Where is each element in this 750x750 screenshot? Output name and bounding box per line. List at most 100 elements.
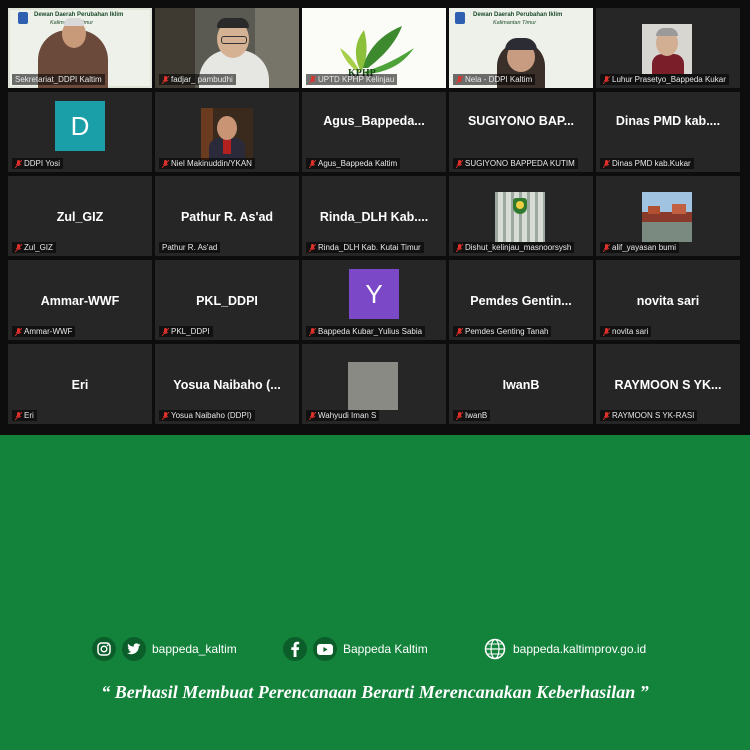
facebook-youtube-name: Bappeda Kaltim (343, 642, 428, 656)
participant-tile[interactable]: Dewan Daerah Perubahan Iklim Kalimantan … (8, 8, 152, 88)
website-url: bappeda.kaltimprov.go.id (513, 642, 647, 656)
participant-name-label: Niel Makinuddin/YKAN (159, 158, 255, 169)
mic-muted-icon (15, 243, 22, 252)
mic-muted-icon (456, 75, 463, 84)
mic-muted-icon (309, 327, 316, 336)
participant-display-name: Pathur R. As'ad (180, 210, 274, 224)
participant-tile[interactable]: Rinda_DLH Kab.... Rinda_DLH Kab. Kutai T… (302, 176, 446, 256)
mic-muted-icon (456, 159, 463, 168)
slide-title: Dewan Daerah Perubahan Iklim (473, 12, 563, 18)
participant-display-name: PKL_DDPI (196, 294, 258, 308)
participant-name-label: Pemdes Genting Tanah (453, 326, 552, 337)
participant-tile[interactable]: Eri Eri (8, 344, 152, 424)
participant-tile[interactable]: PKL_DDPI PKL_DDPI (155, 260, 299, 340)
mic-muted-icon (162, 327, 169, 336)
meeting-gallery: Dewan Daerah Perubahan Iklim Kalimantan … (0, 0, 750, 435)
instagram-handle: bappeda_kaltim (152, 642, 237, 656)
mic-muted-icon (309, 411, 316, 420)
profile-photo (201, 108, 253, 160)
youtube-icon (313, 637, 337, 661)
mic-muted-icon (162, 411, 169, 420)
participant-name-label: Eri (12, 410, 37, 421)
participant-tile[interactable]: alif_yayasan bumi (596, 176, 740, 256)
participant-display-name: Rinda_DLH Kab.... (319, 210, 429, 224)
participant-name-label: IwanB (453, 410, 491, 421)
participant-tile[interactable]: Niel Makinuddin/YKAN (155, 92, 299, 172)
participant-name-label: Pathur R. As'ad (159, 242, 221, 253)
participant-display-name: RAYMOON S YK... (614, 378, 722, 392)
website-link[interactable]: bappeda.kaltimprov.go.id (483, 637, 646, 661)
mic-muted-icon (309, 159, 316, 168)
mic-muted-icon (603, 243, 610, 252)
participant-name-label: Dinas PMD kab.Kukar (600, 158, 694, 169)
participant-name-label: novita sari (600, 326, 652, 337)
facebook-icon (283, 637, 307, 661)
slide-subtitle: Kalimantan Timur (493, 20, 537, 26)
instagram-icon (92, 637, 116, 661)
participant-display-name: novita sari (636, 294, 700, 308)
participant-tile[interactable]: SUGIYONO BAP... SUGIYONO BAPPEDA KUTIM (449, 92, 593, 172)
participant-display-name: Ammar-WWF (40, 294, 120, 308)
participant-tile[interactable]: Pathur R. As'ad Pathur R. As'ad (155, 176, 299, 256)
participant-name-label: Wahyudi Iman S (306, 410, 380, 421)
participant-tile[interactable]: Dinas PMD kab.... Dinas PMD kab.Kukar (596, 92, 740, 172)
participant-tile[interactable]: novita sari novita sari (596, 260, 740, 340)
profile-photo (495, 192, 545, 242)
participant-name-label: Luhur Prasetyo_Bappeda Kukar (600, 74, 729, 85)
participant-tile[interactable]: Wahyudi Iman S (302, 344, 446, 424)
participant-display-name: SUGIYONO BAP... (467, 114, 575, 128)
participant-name-label: DDPI Yosi (12, 158, 64, 169)
participant-name-label: PKL_DDPI (159, 326, 213, 337)
participant-tile[interactable]: Luhur Prasetyo_Bappeda Kukar (596, 8, 740, 88)
participant-tile[interactable]: IwanB IwanB (449, 344, 593, 424)
slide-logo-icon (18, 12, 28, 24)
participant-display-name: Pemdes Gentin... (470, 294, 572, 308)
participant-tile[interactable]: Agus_Bappeda... Agus_Bappeda Kaltim (302, 92, 446, 172)
profile-photo (642, 192, 692, 242)
facebook-youtube-link[interactable]: Bappeda Kaltim (283, 637, 428, 661)
participant-name-label: Dishut_kelinjau_masnoorsysh (453, 242, 575, 253)
twitter-icon (122, 637, 146, 661)
instagram-twitter-link[interactable]: bappeda_kaltim (92, 637, 237, 661)
participant-display-name: Agus_Bappeda... (323, 114, 425, 128)
participant-display-name: Dinas PMD kab.... (615, 114, 721, 128)
slide-logo-icon (455, 12, 465, 24)
participant-name-label: RAYMOON S YK-RASI (600, 410, 698, 421)
participant-tile[interactable]: Zul_GIZ Zul_GIZ (8, 176, 152, 256)
tagline: “ Berhasil Membuat Perencanaan Berarti M… (101, 682, 649, 702)
participant-tile[interactable]: KPHP UPTD KPHP Kelinjau (302, 8, 446, 88)
mic-muted-icon (309, 243, 316, 252)
mic-muted-icon (309, 75, 316, 84)
participant-tile[interactable]: RAYMOON S YK... RAYMOON S YK-RASI (596, 344, 740, 424)
participant-tile[interactable]: Ammar-WWF Ammar-WWF (8, 260, 152, 340)
mic-muted-icon (15, 159, 22, 168)
participant-display-name: Yosua Naibaho (... (173, 378, 281, 392)
participant-name-label: alif_yayasan bumi (600, 242, 680, 253)
mic-muted-icon (15, 327, 22, 336)
participant-name-label: fadjar_ pambudhi (159, 74, 236, 85)
mic-muted-icon (603, 159, 610, 168)
profile-photo (348, 362, 398, 410)
participant-avatar: D (55, 101, 105, 151)
mic-muted-icon (603, 75, 610, 84)
participant-tile[interactable]: fadjar_ pambudhi (155, 8, 299, 88)
participant-tile[interactable]: Yosua Naibaho (... Yosua Naibaho (DDPI) (155, 344, 299, 424)
mic-muted-icon (603, 411, 610, 420)
participant-tile[interactable]: Pemdes Gentin... Pemdes Genting Tanah (449, 260, 593, 340)
participant-name-label: Agus_Bappeda Kaltim (306, 158, 401, 169)
social-links: bappeda_kaltim Bappeda Kaltim bappeda.ka… (0, 635, 750, 665)
participant-name-label: Bappeda Kubar_Yulius Sabia (306, 326, 426, 337)
participant-name-label: Yosua Naibaho (DDPI) (159, 410, 255, 421)
globe-icon (483, 637, 507, 661)
mic-muted-icon (162, 159, 169, 168)
mic-muted-icon (603, 327, 610, 336)
participant-tile[interactable]: D DDPI Yosi (8, 92, 152, 172)
profile-photo (642, 24, 692, 74)
mic-muted-icon (456, 327, 463, 336)
participant-tile[interactable]: Dewan Daerah Perubahan Iklim Kalimantan … (449, 8, 593, 88)
participant-display-name: IwanB (502, 378, 540, 392)
participant-display-name: Eri (71, 378, 89, 392)
participant-display-name: Zul_GIZ (56, 210, 104, 224)
participant-tile[interactable]: Y Bappeda Kubar_Yulius Sabia (302, 260, 446, 340)
participant-tile[interactable]: Dishut_kelinjau_masnoorsysh (449, 176, 593, 256)
